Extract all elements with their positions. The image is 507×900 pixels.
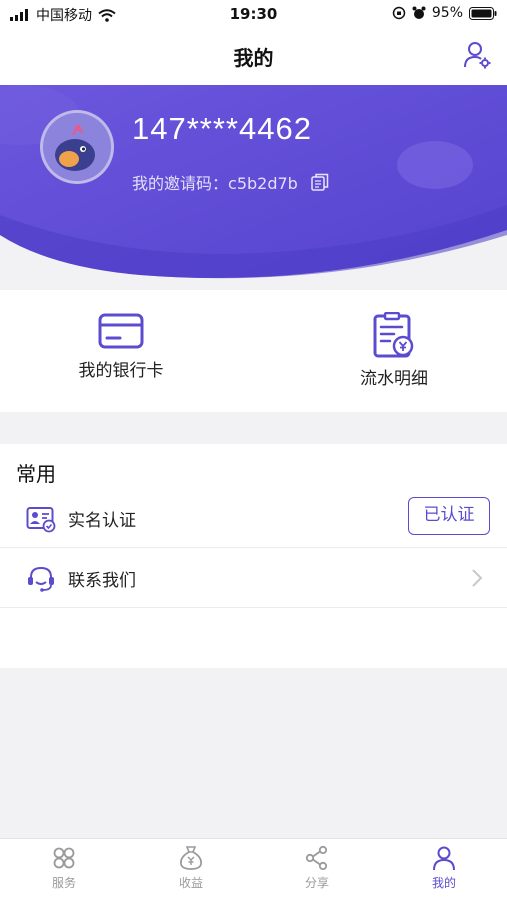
money-bag-icon [180, 846, 202, 870]
user-settings-icon[interactable] [463, 40, 493, 70]
quick-actions: 我的银行卡 流水明细 [0, 290, 507, 412]
bank-card-button[interactable]: 我的银行卡 [46, 312, 196, 381]
invite-code-row: 我的邀请码：c5b2d7b [132, 170, 330, 194]
headset-icon [28, 566, 54, 592]
tab-services[interactable]: 服务 [24, 845, 104, 891]
tab-label: 我的 [431, 876, 456, 890]
user-icon [433, 846, 455, 871]
transactions-button[interactable]: 流水明细 [319, 312, 469, 389]
invite-text: 我的邀请码：c5b2d7b [132, 170, 298, 194]
invite-code: c5b2d7b [228, 174, 298, 193]
avatar[interactable] [40, 110, 114, 184]
bank-card-icon [98, 313, 144, 349]
share-icon [305, 845, 328, 871]
bank-card-label: 我的银行卡 [78, 361, 164, 381]
tab-label: 收益 [178, 876, 203, 890]
tab-label: 分享 [304, 876, 329, 890]
row-label-contact-us: 联系我们 [68, 571, 136, 591]
battery-icon [469, 6, 497, 20]
common-section: 常用 实名认证 已认证 联系我们 [0, 444, 507, 668]
nav-bar: 我的 [0, 28, 507, 85]
row-real-name[interactable]: 实名认证 已认证 [0, 488, 507, 548]
status-right: 95% [392, 5, 497, 21]
alarm-icon [412, 6, 426, 19]
tab-label: 服务 [51, 876, 76, 890]
chevron-right-icon [472, 569, 483, 587]
tab-earnings[interactable]: 收益 [151, 845, 231, 891]
verified-button[interactable]: 已认证 [408, 497, 490, 535]
status-bar: 中国移动 19:30 95% [0, 0, 507, 28]
services-icon [53, 847, 75, 869]
row-contact-us[interactable]: 联系我们 [0, 548, 507, 608]
rotation-lock-icon [392, 6, 406, 20]
tab-bar: 服务 收益 分享 我的 [0, 838, 507, 900]
user-phone: 147****4462 [132, 111, 312, 146]
invite-label: 我的邀请码： [132, 174, 229, 193]
section-title: 常用 [16, 462, 56, 486]
transactions-label: 流水明细 [360, 369, 428, 389]
whale-mascot-icon [43, 113, 111, 181]
tab-mine[interactable]: 我的 [404, 845, 484, 891]
tab-share[interactable]: 分享 [277, 845, 357, 891]
page-title: 我的 [233, 46, 274, 70]
battery-percent: 95% [431, 5, 463, 21]
id-card-icon [26, 507, 56, 533]
copy-icon[interactable] [310, 172, 330, 192]
statement-icon [373, 312, 414, 358]
row-label-real-name: 实名认证 [68, 511, 136, 531]
